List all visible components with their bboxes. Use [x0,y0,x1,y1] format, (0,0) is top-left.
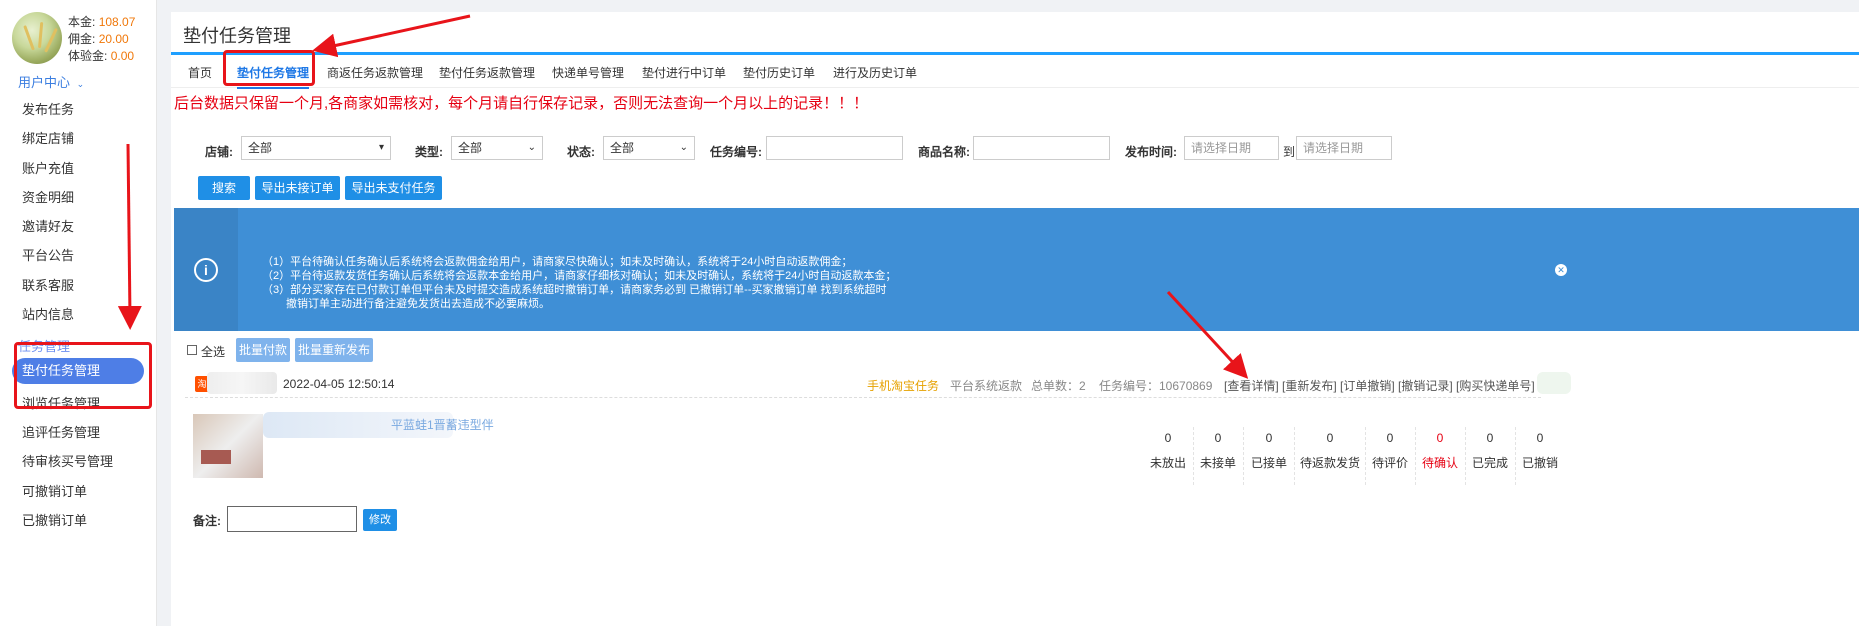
screen: 本金: 108.07 佣金: 20.00 体验金: 0.00 用户中心 ⌄ 发布… [0,0,1859,626]
annotation-arrows [117,14,1249,379]
